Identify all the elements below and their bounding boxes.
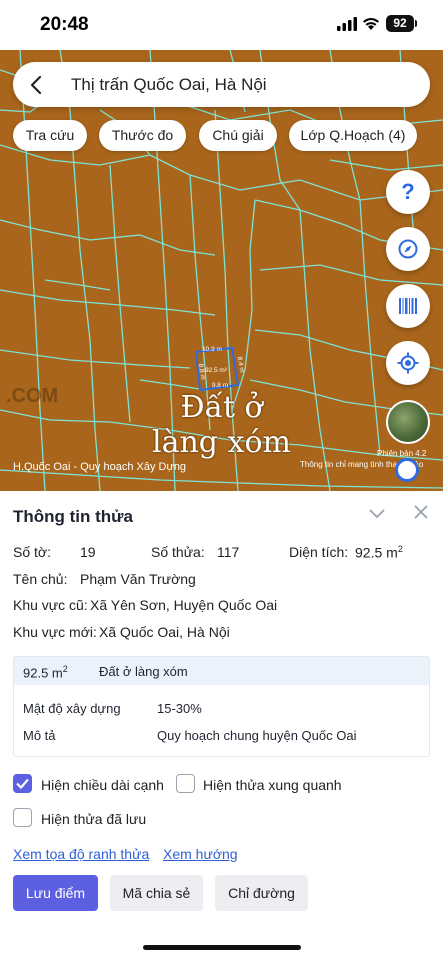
show-saved-checkbox[interactable] <box>13 808 32 827</box>
parcel-edge-right: 8.4 m <box>236 356 246 373</box>
area-unit: 2 <box>397 544 403 554</box>
description-value: Quy hoạch chung huyện Quốc Oai <box>157 728 357 743</box>
wifi-icon <box>363 18 379 30</box>
map-chip-bar: Tra cứu Thước đo Chú giải Lớp Q.Hoạch (4… <box>0 120 443 152</box>
show-saved-label[interactable]: Hiện thửa đã lưu <box>41 811 146 827</box>
area-number: 92.5 m <box>355 544 398 561</box>
show-edges-checkbox[interactable] <box>13 774 32 793</box>
map-source-label: H.Quốc Oai - Quy hoạch Xây Dựng <box>13 461 187 473</box>
locate-icon <box>397 352 419 374</box>
chip-planning-layers[interactable]: Lớp Q.Hoạch (4) <box>289 120 417 151</box>
chevron-down-icon[interactable] <box>369 509 385 519</box>
panel-title: Thông tin thửa <box>13 507 133 526</box>
show-edges-label[interactable]: Hiện chiều dài cạnh <box>41 777 164 793</box>
help-button[interactable]: ? <box>386 170 430 214</box>
sheet-number-value: 19 <box>80 544 96 560</box>
owner-label: Tên chủ: <box>13 571 68 587</box>
search-bar[interactable]: Thị trấn Quốc Oai, Hà Nội <box>13 62 430 107</box>
chip-ruler[interactable]: Thước đo <box>99 120 186 151</box>
area-label: Diện tích: <box>289 544 349 560</box>
new-region-value: Xã Quốc Oai, Hà Nội <box>99 624 230 640</box>
back-arrow-icon[interactable] <box>29 75 43 95</box>
sheet-number-label: Số tờ: <box>13 544 51 560</box>
zoning-type: Đất ở làng xóm <box>99 664 188 679</box>
help-icon: ? <box>401 179 415 204</box>
density-label: Mật độ xây dựng <box>23 701 121 716</box>
barcode-icon <box>399 298 417 314</box>
view-direction-link[interactable]: Xem hướng <box>163 846 238 862</box>
zoning-area-unit: 2 <box>62 664 68 674</box>
plot-number-label: Số thửa: <box>151 544 205 560</box>
owner-value: Phạm Văn Trường <box>80 571 196 587</box>
save-point-button[interactable]: Lưu điểm <box>13 875 98 911</box>
my-location-button[interactable] <box>386 341 430 385</box>
basemap-label: Phiên bản 4.2 <box>377 449 427 458</box>
location-title[interactable]: Thị trấn Quốc Oai, Hà Nội <box>71 75 267 95</box>
new-region-label: Khu vực mới: <box>13 624 97 640</box>
barcode-button[interactable] <box>386 284 430 328</box>
status-bar: 20:48 92 <box>0 0 443 50</box>
show-neighbors-checkbox[interactable] <box>176 774 195 793</box>
zoning-header: 92.5 m2 Đất ở làng xóm <box>14 657 429 685</box>
parcel-edge-bottom: 9.8 m <box>212 382 228 389</box>
chip-lookup[interactable]: Tra cứu <box>13 120 87 151</box>
close-icon[interactable] <box>414 505 428 519</box>
compass-button[interactable] <box>386 227 430 271</box>
panel-drag-handle[interactable] <box>395 458 419 482</box>
directions-button[interactable]: Chỉ đường <box>215 875 308 911</box>
zoning-area: 92.5 m2 <box>23 664 68 680</box>
old-region-label: Khu vực cũ: <box>13 597 88 613</box>
zone-label-line1: Đất ở <box>180 390 263 425</box>
compass-icon <box>398 239 418 259</box>
zoning-area-number: 92.5 m <box>23 665 63 681</box>
parcel-info-panel: Thông tin thửa Số tờ: 19 Số thửa: 117 Di… <box>0 491 443 959</box>
home-indicator <box>143 945 301 950</box>
parcel-area-label: 92.5 m² <box>205 367 228 374</box>
chip-legend[interactable]: Chú giải <box>199 120 277 151</box>
battery-icon: 92 <box>386 15 414 32</box>
plot-number-value: 117 <box>217 544 240 560</box>
battery-tip <box>415 20 417 27</box>
zoning-info-box: 92.5 m2 Đất ở làng xóm Mật độ xây dựng 1… <box>13 656 430 757</box>
description-label: Mô tả <box>23 728 56 743</box>
parcel-edge-top: 10.9 m <box>202 346 222 353</box>
area-value: 92.5 m2 <box>355 544 403 561</box>
status-time: 20:48 <box>40 14 89 35</box>
checkmark-icon <box>16 778 29 789</box>
density-value: 15-30% <box>157 701 202 716</box>
old-region-value: Xã Yên Sơn, Huyện Quốc Oai <box>90 597 278 613</box>
basemap-toggle-button[interactable] <box>386 400 430 444</box>
view-coordinates-link[interactable]: Xem tọa độ ranh thửa <box>13 846 149 862</box>
show-neighbors-label[interactable]: Hiện thửa xung quanh <box>203 777 342 793</box>
share-code-button[interactable]: Mã chia sẻ <box>110 875 203 911</box>
cellular-signal-icon <box>337 17 357 31</box>
